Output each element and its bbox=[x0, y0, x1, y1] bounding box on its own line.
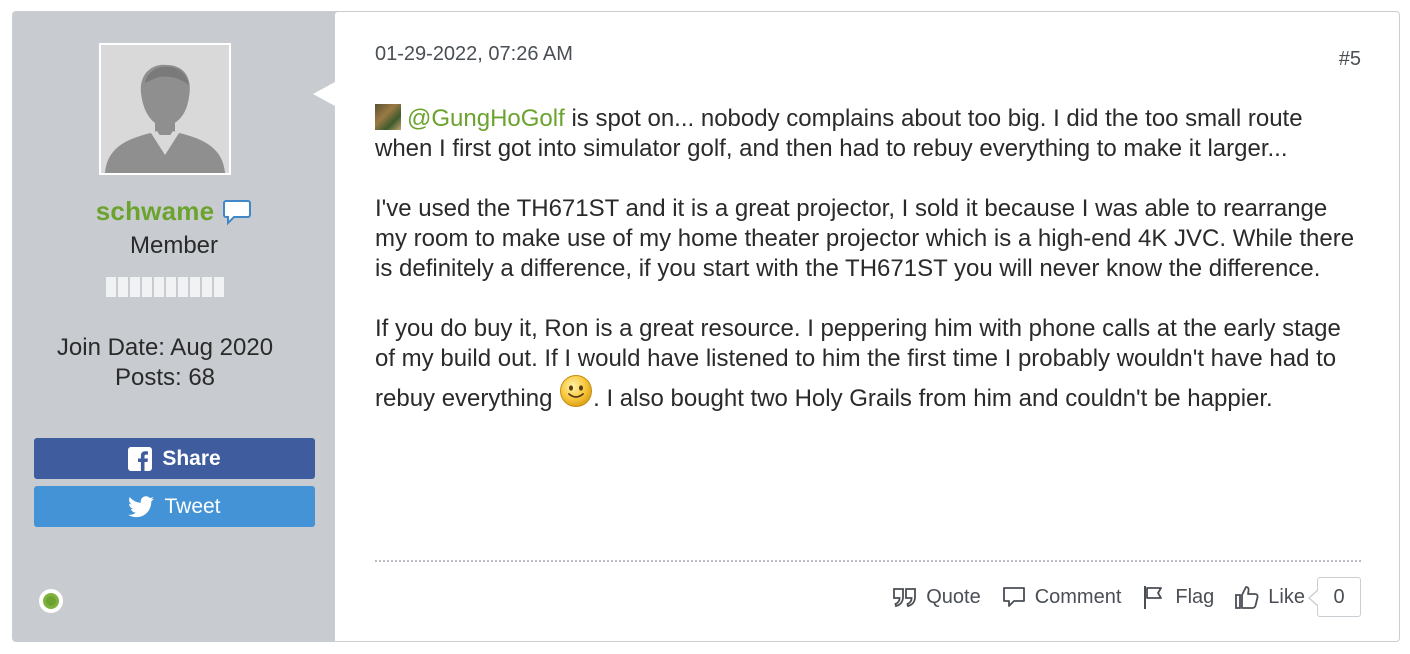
post-actions: Quote Comment Flag Like 0 bbox=[892, 577, 1361, 617]
twitter-bird-icon bbox=[128, 495, 155, 517]
username-row: schwame bbox=[13, 196, 335, 227]
quote-button[interactable]: Quote bbox=[892, 584, 981, 610]
facebook-icon bbox=[128, 446, 153, 471]
thumbs-up-icon bbox=[1235, 586, 1259, 609]
speech-bubble-icon[interactable] bbox=[222, 198, 252, 226]
mention-avatar-icon bbox=[375, 104, 401, 130]
post-timestamp: 01-29-2022, 07:26 AM bbox=[375, 43, 573, 65]
comment-icon bbox=[1002, 587, 1025, 607]
quote-label: Quote bbox=[926, 585, 981, 608]
comment-label: Comment bbox=[1034, 585, 1122, 608]
flag-label: Flag bbox=[1175, 585, 1215, 608]
post-content-panel: 01-29-2022, 07:26 AM #5 @GungHoGolf is s… bbox=[334, 12, 1399, 641]
post-footer-divider bbox=[375, 560, 1361, 562]
join-date: Join Date: Aug 2020 bbox=[56, 334, 274, 361]
reputation-bar bbox=[106, 277, 224, 297]
post-paragraph: @GungHoGolf is spot on... nobody complai… bbox=[375, 104, 1365, 164]
mention-link[interactable]: @GungHoGolf bbox=[407, 105, 565, 132]
like-group: Like 0 bbox=[1234, 577, 1361, 617]
smiley-emoji-icon bbox=[560, 375, 593, 407]
post-paragraph: I've used the TH671ST and it is a great … bbox=[375, 195, 1355, 282]
like-button[interactable]: Like bbox=[1234, 584, 1305, 610]
share-label: Share bbox=[162, 446, 221, 470]
username-link[interactable]: schwame bbox=[96, 196, 214, 227]
forum-post: schwame Member Join Date: Aug 2020 Posts… bbox=[12, 11, 1400, 642]
post-paragraph: If you do buy it, Ron is a great resourc… bbox=[375, 314, 1365, 414]
facebook-share-button[interactable]: Share bbox=[34, 438, 315, 479]
like-count-badge: 0 bbox=[1308, 577, 1361, 617]
user-rank: Member bbox=[129, 232, 219, 259]
comment-button[interactable]: Comment bbox=[1001, 584, 1122, 610]
user-avatar[interactable] bbox=[99, 43, 231, 175]
like-label: Like bbox=[1268, 585, 1305, 608]
default-user-avatar-icon bbox=[101, 45, 229, 173]
post-body: @GungHoGolf is spot on... nobody complai… bbox=[375, 104, 1365, 444]
flag-button[interactable]: Flag bbox=[1141, 584, 1214, 610]
twitter-tweet-button[interactable]: Tweet bbox=[34, 486, 315, 527]
user-info-panel: schwame Member Join Date: Aug 2020 Posts… bbox=[13, 12, 335, 641]
online-status-icon bbox=[39, 589, 63, 613]
quote-icon bbox=[893, 588, 917, 608]
paragraph-text: . I also bought two Holy Grails from him… bbox=[593, 385, 1273, 412]
flag-icon bbox=[1144, 586, 1163, 609]
post-number-link[interactable]: #5 bbox=[1339, 48, 1361, 71]
post-pointer-arrow bbox=[313, 82, 335, 106]
tweet-label: Tweet bbox=[164, 494, 221, 518]
post-count: Posts: 68 bbox=[114, 364, 216, 391]
